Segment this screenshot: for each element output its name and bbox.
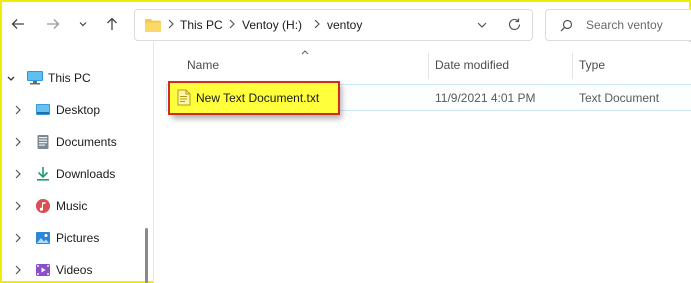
sidebar-item-label: This PC (48, 71, 91, 85)
breadcrumb-this-pc[interactable]: This PC (180, 18, 223, 32)
column-header-date-modified[interactable]: Date modified (435, 58, 509, 72)
breadcrumb-ventoy-drive[interactable]: Ventoy (H:) (242, 18, 302, 32)
chevron-right-icon[interactable] (14, 231, 22, 245)
videos-icon (36, 264, 50, 276)
chevron-right-icon (229, 19, 235, 29)
sidebar-item-label: Music (56, 199, 88, 213)
sidebar-item-label: Videos (56, 263, 93, 277)
pane-divider (153, 42, 154, 283)
back-arrow-icon (11, 19, 24, 29)
documents-icon (37, 135, 49, 149)
nav-pane-scrollbar[interactable] (145, 228, 148, 283)
file-type: Text Document (579, 91, 660, 105)
recent-locations-button[interactable] (73, 14, 93, 34)
chevron-right-icon[interactable] (14, 135, 22, 149)
column-divider[interactable] (428, 53, 429, 79)
chevron-right-icon (314, 19, 320, 29)
search-icon (560, 19, 573, 32)
search-box[interactable]: Search ventoy (545, 9, 691, 41)
search-placeholder: Search ventoy (586, 18, 663, 32)
forward-arrow-icon (47, 19, 60, 29)
text-file-icon (177, 89, 191, 106)
breadcrumb-ventoy-folder[interactable]: ventoy (327, 18, 362, 32)
pictures-icon (36, 232, 50, 244)
sidebar-item-this-pc[interactable]: This PC (0, 68, 150, 90)
desktop-icon (36, 104, 50, 115)
chevron-down-icon (79, 22, 87, 27)
sidebar-item-pictures[interactable]: Pictures (0, 228, 150, 250)
chevron-right-icon[interactable] (14, 103, 22, 117)
file-date-modified: 11/9/2021 4:01 PM (435, 91, 536, 105)
computer-icon (27, 71, 43, 85)
file-list-pane (153, 42, 691, 283)
address-bar[interactable]: This PC Ventoy (H:) ventoy (134, 9, 533, 41)
column-header-name[interactable]: Name (187, 58, 219, 72)
address-dropdown-icon[interactable] (476, 20, 488, 30)
column-divider[interactable] (572, 53, 573, 79)
sidebar-item-videos[interactable]: Videos (0, 260, 150, 282)
back-button[interactable] (8, 14, 28, 34)
up-arrow-icon (107, 17, 117, 30)
sort-ascending-icon (301, 50, 309, 55)
column-header-type[interactable]: Type (579, 58, 605, 72)
downloads-icon (37, 167, 49, 181)
sidebar-item-label: Desktop (56, 103, 101, 117)
forward-button[interactable] (43, 14, 63, 34)
refresh-icon[interactable] (507, 17, 522, 32)
sidebar-item-music[interactable]: Music (0, 196, 150, 218)
chevron-right-icon[interactable] (14, 167, 22, 181)
sidebar-item-label: Downloads (56, 167, 116, 181)
chevron-right-icon[interactable] (14, 263, 22, 277)
folder-icon (145, 19, 161, 32)
sidebar-item-downloads[interactable]: Downloads (0, 164, 150, 186)
music-icon (36, 199, 50, 213)
chevron-right-icon (168, 19, 174, 29)
up-button[interactable] (102, 14, 122, 34)
sidebar-item-desktop[interactable]: Desktop (0, 100, 150, 122)
file-name: New Text Document.txt (196, 91, 320, 105)
chevron-down-icon[interactable] (6, 74, 16, 84)
sidebar-item-label: Documents (56, 135, 117, 149)
file-name-highlight[interactable]: New Text Document.txt (168, 81, 340, 115)
sidebar-item-documents[interactable]: Documents (0, 132, 150, 154)
chevron-right-icon[interactable] (14, 199, 22, 213)
sidebar-item-label: Pictures (56, 231, 100, 245)
